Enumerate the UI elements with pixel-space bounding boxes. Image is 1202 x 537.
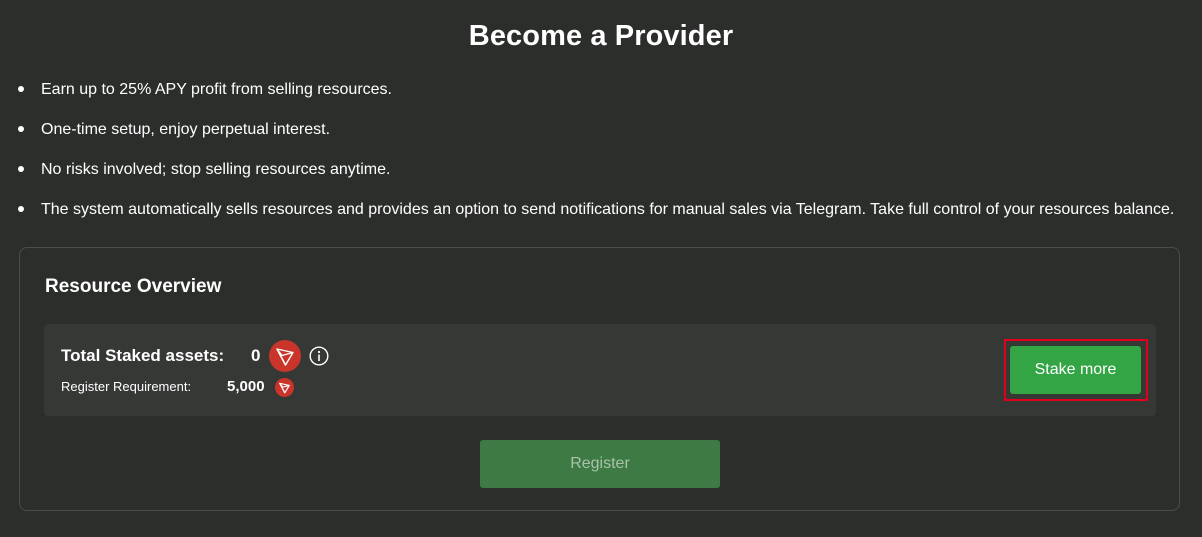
page-title: Become a Provider [468,20,734,52]
list-item: The system automatically sells resources… [18,200,1174,220]
bullet-dot [18,85,24,92]
register-requirement-label: Register Requirement: [61,379,192,394]
benefit-text: The system automatically sells resources… [41,201,1175,218]
total-staked-value: 0 [251,346,261,365]
resource-overview-card: Resource Overview Total Staked assets: 0 [19,247,1180,511]
info-icon[interactable] [309,346,329,366]
register-requirement-value: 5,000 [227,378,265,395]
bullet-dot [18,125,24,132]
bullet-dot [18,165,24,172]
tron-icon [269,340,301,372]
stake-more-button[interactable]: Stake more [1010,346,1141,394]
list-item: Earn up to 25% APY profit from selling r… [18,80,392,100]
list-item: One-time setup, enjoy perpetual interest… [18,120,330,140]
resource-overview-title: Resource Overview [45,276,222,297]
benefit-text: Earn up to 25% APY profit from selling r… [41,81,392,98]
tron-icon [275,378,294,397]
list-item: No risks involved; stop selling resource… [18,160,390,180]
benefit-text: No risks involved; stop selling resource… [41,161,391,178]
total-staked-label: Total Staked assets: [61,346,225,365]
register-button[interactable]: Register [480,440,720,488]
staked-assets-panel: Total Staked assets: 0 Register Requirem… [44,324,1156,416]
bullet-dot [18,205,24,212]
provider-page: Become a Provider Earn up to 25% APY pro… [0,0,1202,537]
benefit-text: One-time setup, enjoy perpetual interest… [41,121,331,138]
